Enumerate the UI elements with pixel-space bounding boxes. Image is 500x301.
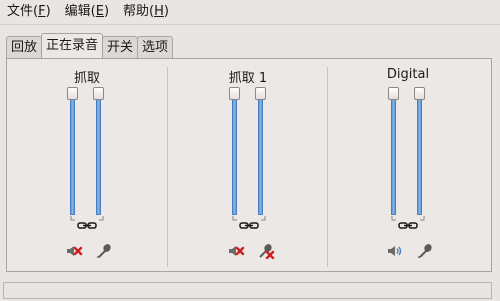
microphone-muted-icon[interactable] [257,243,275,259]
group-title: Digital [386,67,430,82]
menu-file[interactable]: 文件(F) [0,0,58,24]
slider-thumb-left[interactable] [67,87,78,100]
mute-icon[interactable] [227,243,245,259]
tab-bar: 回放 正在录音 开关 选项 [6,33,174,58]
recording-panel: 抓取 抓取 1 Digital [6,58,492,272]
mute-icon[interactable] [65,243,83,259]
volume-slider-right[interactable] [258,95,263,215]
volume-slider-left[interactable] [70,95,75,215]
capture-1-group: 抓取 1 [168,59,328,271]
volume-slider-left[interactable] [232,95,237,215]
tab-playback[interactable]: 回放 [6,36,43,58]
group-title: 抓取 [73,71,100,86]
slider-thumb-left[interactable] [388,87,399,100]
volume-slider-right[interactable] [96,95,101,215]
slider-thumb-right[interactable] [414,87,425,100]
menu-help[interactable]: 帮助(H) [116,0,176,24]
menu-edit[interactable]: 编辑(E) [58,0,116,24]
status-bar-field [3,282,492,299]
channel-lock-icon[interactable] [388,216,428,230]
microphone-icon[interactable] [95,243,113,259]
group-title: 抓取 1 [228,71,268,86]
volume-slider-right[interactable] [417,95,422,215]
slider-thumb-right[interactable] [255,87,266,100]
speaker-icon[interactable] [386,243,404,259]
status-bar [0,278,500,301]
channel-lock-icon[interactable] [229,216,269,230]
slider-thumb-left[interactable] [229,87,240,100]
slider-thumb-right[interactable] [93,87,104,100]
tab-recording[interactable]: 正在录音 [41,33,104,58]
menu-bar: 文件(F) 编辑(E) 帮助(H) [0,0,500,25]
tab-options[interactable]: 选项 [137,36,174,58]
channel-lock-icon[interactable] [67,216,107,230]
digital-group: Digital [328,59,488,271]
volume-slider-left[interactable] [391,95,396,215]
capture-group: 抓取 [7,59,167,271]
tab-switches[interactable]: 开关 [102,36,139,58]
microphone-icon[interactable] [416,243,434,259]
